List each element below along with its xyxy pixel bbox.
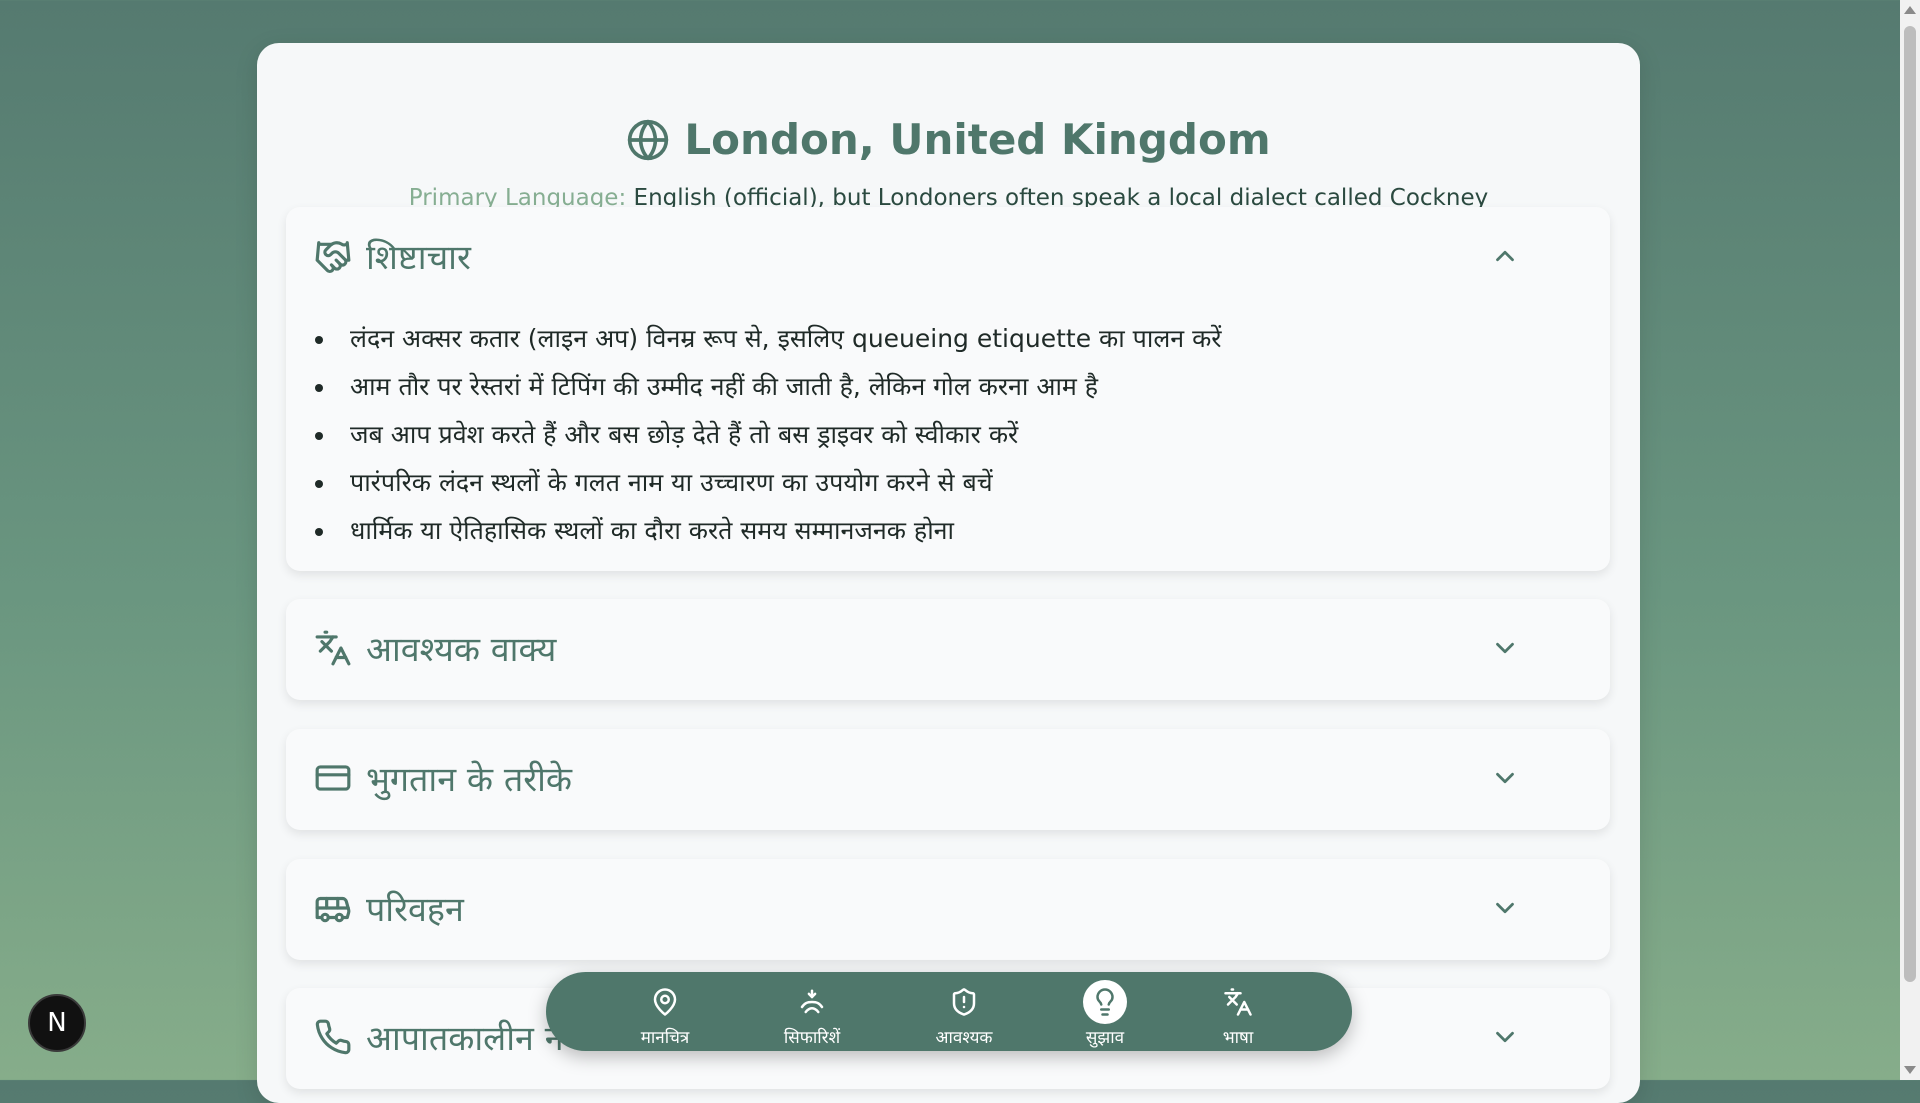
scroll-up-arrow-icon[interactable] [1904,6,1916,14]
nav-label: सुझाव [1085,1028,1125,1048]
list-item: आम तौर पर रेस्तरां में टिपिंग की उम्मीद … [312,363,1222,411]
bottom-nav: मानचित्र सिफारिशें आवश्यक सुझाव भाषा [546,972,1352,1051]
nav-language[interactable]: भाषा [1183,980,1293,1048]
nav-essentials[interactable]: आवश्यक [909,980,1019,1048]
scroll-thumb[interactable] [1904,26,1916,982]
list-item: लंदन अक्सर कतार (लाइन अप) विनम्र रूप से,… [312,315,1222,363]
chevron-down-icon[interactable] [1490,763,1520,793]
section-transportation[interactable]: परिवहन [286,859,1610,960]
lightbulb-icon [1083,980,1127,1024]
section-title: आपातकालीन न [366,1019,564,1059]
translate-icon [314,629,352,667]
section-title: शिष्टाचार [366,238,471,278]
bus-icon [314,889,352,927]
nav-label: सिफारिशें [783,1028,841,1048]
credit-card-icon [314,759,352,797]
section-payment-methods[interactable]: भुगतान के तरीके [286,729,1610,830]
chevron-down-icon[interactable] [1490,893,1520,923]
chevron-up-icon[interactable] [1490,241,1520,271]
badge-letter: N [47,1008,67,1038]
devtools-badge[interactable]: N [28,994,86,1052]
shield-alert-icon [942,980,986,1024]
page-title: London, United Kingdom [257,115,1640,164]
list-item: धार्मिक या ऐतिहासिक स्थलों का दौरा करते … [312,507,1222,555]
section-transportation-header[interactable]: परिवहन [286,859,1610,959]
list-item: पारंपरिक लंदन स्थलों के गलत नाम या उच्चा… [312,459,1222,507]
list-item: जब आप प्रवेश करते हैं और बस छोड़ देते है… [312,411,1222,459]
scroll-down-arrow-icon[interactable] [1904,1066,1916,1074]
chevron-down-icon[interactable] [1490,633,1520,663]
section-essential-phrases[interactable]: आवश्यक वाक्य [286,599,1610,700]
city-name: London, United Kingdom [684,115,1271,164]
nav-recommendations[interactable]: सिफारिशें [757,980,867,1048]
etiquette-list: लंदन अक्सर कतार (लाइन अप) विनम्र रूप से,… [312,315,1222,555]
section-title: परिवहन [366,890,464,930]
section-title: भुगतान के तरीके [366,760,573,800]
nav-label: मानचित्र [640,1028,690,1048]
phone-icon [314,1018,352,1056]
chevron-down-icon[interactable] [1490,1022,1520,1052]
translate-icon [1216,980,1260,1024]
nav-map[interactable]: मानचित्र [610,980,720,1048]
handshake-icon [314,238,352,276]
sparkle-hand-icon [790,980,834,1024]
section-title: आवश्यक वाक्य [366,630,557,670]
nav-label: भाषा [1222,1028,1254,1048]
scrollbar[interactable] [1900,0,1920,1080]
nav-tips[interactable]: सुझाव [1050,980,1160,1048]
nav-label: आवश्यक [935,1028,993,1048]
map-pin-icon [643,980,687,1024]
section-payment-methods-header[interactable]: भुगतान के तरीके [286,729,1610,829]
section-essential-phrases-header[interactable]: आवश्यक वाक्य [286,599,1610,699]
section-etiquette: शिष्टाचार लंदन अक्सर कतार (लाइन अप) विनम… [286,207,1610,571]
section-etiquette-header[interactable]: शिष्टाचार [286,207,1610,307]
globe-icon [628,119,669,160]
